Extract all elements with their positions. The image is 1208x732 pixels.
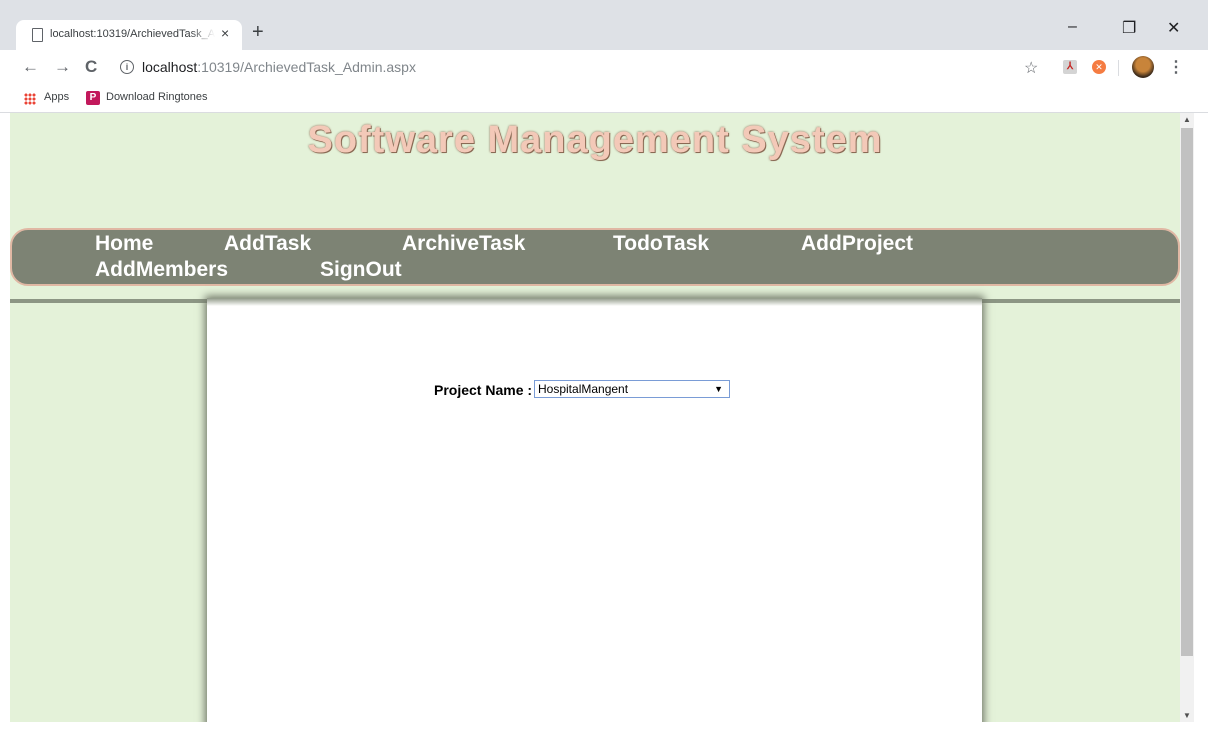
url-host: localhost — [142, 59, 198, 75]
pdf-extension-icon[interactable]: ⅄ — [1063, 60, 1077, 74]
site-title: Software Management System — [307, 119, 883, 161]
scroll-up-icon[interactable]: ▲ — [1183, 115, 1191, 124]
forward-button[interactable]: → — [54, 58, 71, 76]
nav-home[interactable]: Home — [95, 232, 153, 256]
url-text[interactable]: localhost:10319/ArchievedTask_Admin.aspx — [142, 59, 416, 75]
panel-shadow — [207, 298, 982, 306]
content-panel: Project Name : HospitalMangent ▼ — [207, 298, 982, 722]
new-tab-button[interactable]: + — [252, 20, 264, 44]
page-icon — [32, 28, 43, 42]
nav-addmembers[interactable]: AddMembers — [95, 258, 228, 282]
project-select[interactable]: HospitalMangent ▼ — [534, 380, 730, 398]
page-scrollbar[interactable]: ▲ ▼ — [1180, 113, 1194, 722]
apps-grid-icon[interactable] — [24, 93, 36, 105]
browser-tab-strip: localhost:10319/ArchievedTask_Admin.aspx… — [0, 0, 1208, 50]
tab-title: localhost:10319/ArchievedTask_Admin.aspx — [50, 28, 215, 40]
bookmark-download-ringtones[interactable]: Download Ringtones — [106, 91, 208, 103]
bookmark-apps[interactable]: Apps — [44, 91, 69, 103]
info-icon[interactable]: i — [120, 60, 134, 74]
toolbar-divider — [1118, 60, 1119, 76]
bookmarks-bar: Apps P Download Ringtones — [0, 86, 1208, 113]
minimize-button[interactable]: – — [1068, 18, 1077, 36]
nav-signout[interactable]: SignOut — [320, 258, 402, 282]
nav-archivetask[interactable]: ArchiveTask — [402, 232, 525, 256]
blocker-extension-icon[interactable]: ✕ — [1092, 60, 1106, 74]
nav-todotask[interactable]: TodoTask — [613, 232, 709, 256]
p-bookmark-icon: P — [86, 91, 100, 105]
scroll-thumb[interactable] — [1181, 128, 1193, 656]
project-name-label: Project Name : — [434, 382, 533, 398]
scroll-down-icon[interactable]: ▼ — [1183, 711, 1191, 720]
bookmark-star-icon[interactable]: ☆ — [1024, 58, 1038, 78]
restore-button[interactable]: ❐ — [1122, 18, 1136, 38]
tab-close-icon[interactable]: × — [221, 25, 229, 41]
back-button[interactable]: ← — [22, 58, 39, 76]
menu-dots-icon[interactable]: ⋮ — [1168, 57, 1184, 77]
nav-addproject[interactable]: AddProject — [801, 232, 913, 256]
address-bar[interactable]: i localhost:10319/ArchievedTask_Admin.as… — [110, 55, 1050, 81]
url-path: :10319/ArchievedTask_Admin.aspx — [197, 59, 416, 75]
main-nav: Home AddTask ArchiveTask TodoTask AddPro… — [10, 228, 1180, 286]
browser-tab[interactable]: localhost:10319/ArchievedTask_Admin.aspx… — [16, 20, 242, 50]
nav-addtask[interactable]: AddTask — [224, 232, 311, 256]
project-select-value: HospitalMangent — [538, 382, 629, 396]
browser-toolbar: ← → C i localhost:10319/ArchievedTask_Ad… — [0, 50, 1208, 86]
chevron-down-icon: ▼ — [714, 384, 723, 394]
profile-avatar[interactable] — [1132, 56, 1154, 78]
page-viewport: Software Management System Home AddTask … — [10, 113, 1180, 722]
reload-button[interactable]: C — [85, 58, 97, 76]
close-window-button[interactable]: ✕ — [1167, 18, 1180, 38]
